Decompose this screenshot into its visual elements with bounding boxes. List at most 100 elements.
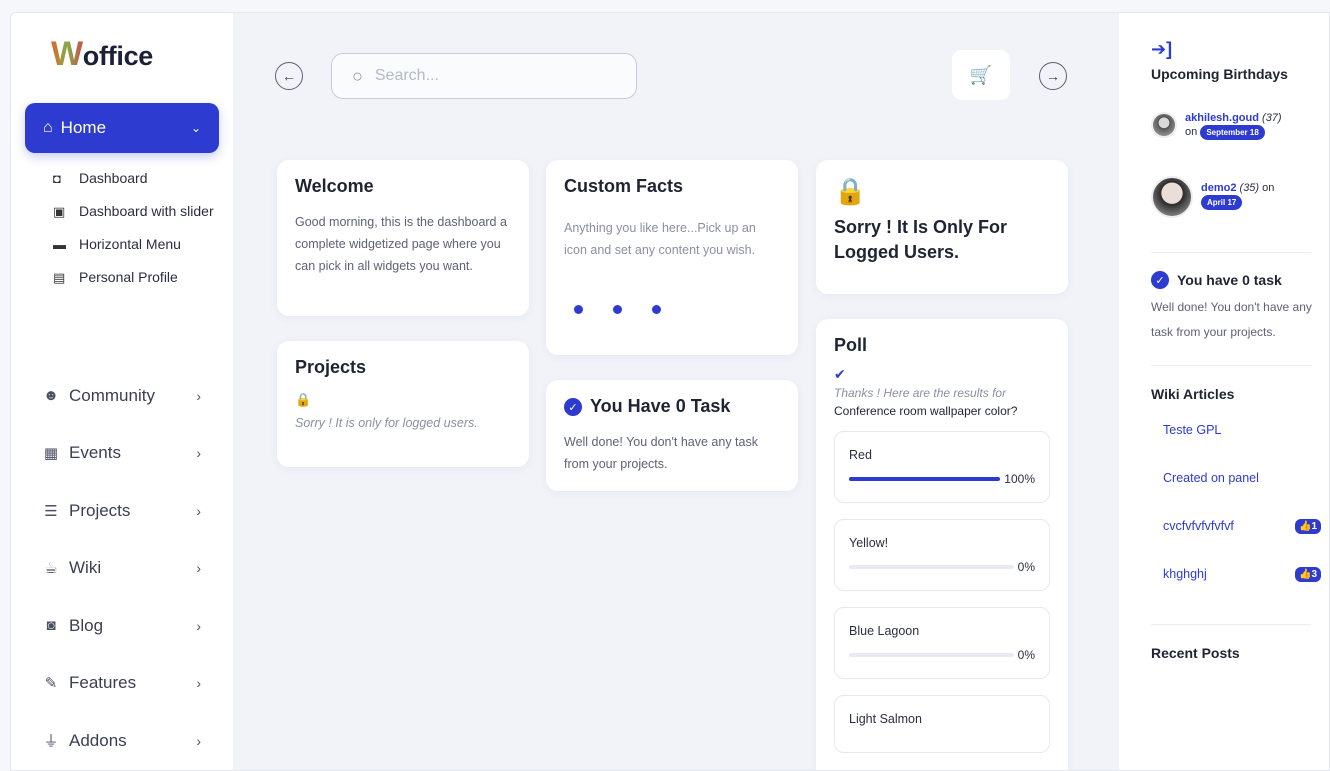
birthday-item: akhilesh.goud (37) on September 18 <box>1151 112 1329 140</box>
wiki-article-link[interactable]: Created on panel <box>1151 454 1321 502</box>
chevron-right-icon: › <box>196 617 201 634</box>
thumbs-up-icon: 👍 <box>1298 520 1312 532</box>
sidebar-item-label: Home <box>60 118 107 137</box>
wiki-article-link[interactable]: cvcfvfvfvfvfvf 👍1 <box>1151 502 1321 550</box>
sidebar-item-features[interactable]: ✎ Features › <box>41 655 221 713</box>
thumbs-up-icon: 👍 <box>1298 568 1312 580</box>
main-nav: ☻ Community › ▦ Events › ☰ Projects › ☕ … <box>41 367 221 770</box>
search-icon: ○ <box>352 65 363 86</box>
poll-question: Conference room wallpaper color? <box>834 404 1018 418</box>
avatar[interactable] <box>1151 176 1193 218</box>
cart-icon: 🛒 <box>969 64 993 85</box>
card-title: Welcome <box>295 176 374 196</box>
arrow-right-icon: → <box>1046 68 1060 84</box>
chevron-right-icon: › <box>196 387 201 404</box>
list-check-icon: ☰ <box>44 502 58 520</box>
dashboard-icon: ◘ <box>53 171 61 186</box>
chevron-right-icon: › <box>196 502 201 519</box>
profile-card-icon: ▤ <box>53 270 66 285</box>
card-text: Good morning, this is the dashboard a co… <box>295 215 507 273</box>
poll-bar <box>849 565 1014 569</box>
task-card: ✓ You Have 0 Task Well done! You don't ha… <box>546 380 798 491</box>
welcome-card: Welcome Good morning, this is the dashbo… <box>277 160 529 316</box>
carousel-dot[interactable] <box>652 305 661 314</box>
birthdays-title: Upcoming Birthdays <box>1151 66 1288 82</box>
sidebar-item-community[interactable]: ☻ Community › <box>41 367 221 425</box>
calendar-icon: ▦ <box>43 445 59 463</box>
card-text: Anything you like here...Pick up an icon… <box>564 221 756 257</box>
task-title: ✓ You have 0 task <box>1151 271 1329 289</box>
poll-option[interactable]: Red 100% <box>834 431 1050 503</box>
sidebar-item-wiki[interactable]: ☕ Wiki › <box>41 540 221 598</box>
chevron-right-icon: › <box>196 675 201 692</box>
sidebar-item-blog[interactable]: ◙ Blog › <box>41 597 221 655</box>
horizontal-menu-icon: ▬ <box>53 237 66 252</box>
card-title: ✓ You Have 0 Task <box>564 396 780 417</box>
avatar[interactable] <box>1151 112 1177 138</box>
lock-icon: 🔒 <box>834 176 867 206</box>
chevron-right-icon: › <box>196 560 201 577</box>
sidebar-item-events[interactable]: ▦ Events › <box>41 425 221 483</box>
slider-icon: ▣ <box>53 204 66 219</box>
card-title: Projects <box>295 357 367 377</box>
chevron-right-icon: › <box>196 445 201 462</box>
submenu-item-personal-profile[interactable]: ▤ Personal Profile <box>53 270 223 286</box>
submenu-item-horizontal-menu[interactable]: ▬ Horizontal Menu <box>53 237 223 253</box>
right-panel: ➔] Upcoming Birthdays akhilesh.goud (37)… <box>1119 13 1329 770</box>
arrow-left-icon: ← <box>282 68 296 84</box>
projects-card: Projects 🔒 Sorry ! It is only for logged… <box>277 341 529 467</box>
users-icon: ☻ <box>43 387 59 405</box>
divider <box>1151 365 1311 366</box>
card-text: Sorry ! It is only for logged users. <box>295 416 478 430</box>
sign-in-icon[interactable]: ➔] <box>1151 39 1329 60</box>
blog-icon: ◙ <box>46 617 56 635</box>
poll-option[interactable]: Light Salmon <box>834 695 1050 753</box>
cart-button[interactable]: 🛒 <box>952 50 1010 100</box>
home-submenu: ◘ Dashboard ▣ Dashboard with slider ▬ Ho… <box>53 171 223 303</box>
carousel-dot[interactable] <box>613 305 622 314</box>
poll-bar <box>849 477 1001 481</box>
birthday-item: demo2 (35) on April 17 <box>1151 176 1329 218</box>
card-title: Sorry ! It Is Only For Logged Users. <box>834 217 1008 262</box>
forward-button[interactable]: → <box>1039 62 1067 90</box>
poll-option[interactable]: Blue Lagoon 0% <box>834 607 1050 679</box>
sidebar-item-projects[interactable]: ☰ Projects › <box>41 482 221 540</box>
chevron-right-icon: › <box>196 732 201 749</box>
sidebar-item-addons[interactable]: ⏚ Addons › <box>41 712 221 770</box>
home-icon: ⌂ <box>43 119 53 136</box>
wiki-icon: ☕ <box>44 560 58 578</box>
user-link[interactable]: demo2 <box>1201 182 1236 194</box>
logged-only-card: 🔒 Sorry ! It Is Only For Logged Users. <box>816 160 1068 294</box>
sidebar-item-home[interactable]: ⌂ Home ⌄ <box>25 103 219 153</box>
divider <box>1151 252 1311 253</box>
submenu-item-dashboard[interactable]: ◘ Dashboard <box>53 171 223 187</box>
likes-badge: 👍3 <box>1294 566 1321 582</box>
check-circle-icon: ✓ <box>564 398 582 417</box>
wiki-article-link[interactable]: khghghj 👍3 <box>1151 550 1321 598</box>
custom-facts-card: Custom Facts Anything you like here...Pi… <box>546 160 798 355</box>
app-frame: Woffice ⌂ Home ⌄ ◘ Dashboard ▣ Dashboard… <box>10 12 1330 771</box>
likes-badge: 👍1 <box>1294 518 1321 534</box>
recent-posts-title: Recent Posts <box>1151 645 1240 661</box>
search-box[interactable]: ○ <box>331 53 637 99</box>
poll-card: Poll ✔ Thanks ! Here are the results for… <box>816 319 1068 770</box>
divider <box>1151 624 1311 625</box>
back-button[interactable]: ← <box>275 62 303 90</box>
user-link[interactable]: akhilesh.goud <box>1185 112 1259 124</box>
poll-option[interactable]: Yellow! 0% <box>834 519 1050 591</box>
search-input[interactable] <box>374 67 595 85</box>
carousel-dots <box>574 305 780 314</box>
poll-bar <box>849 653 1014 657</box>
carousel-dot[interactable] <box>574 305 583 314</box>
date-badge: April 17 <box>1201 195 1243 210</box>
date-badge: September 18 <box>1200 125 1265 140</box>
poll-bar-fill <box>849 477 1001 481</box>
brand-logo[interactable]: Woffice <box>51 35 153 74</box>
chevron-down-icon: ⌄ <box>190 121 201 135</box>
lock-icon: 🔒 <box>295 392 312 407</box>
submenu-item-dashboard-slider[interactable]: ▣ Dashboard with slider <box>53 204 223 220</box>
wiki-article-link[interactable]: Teste GPL <box>1151 406 1321 454</box>
check-circle-icon: ✓ <box>1151 271 1169 289</box>
plug-icon: ⏚ <box>43 733 59 751</box>
sidebar: Woffice ⌂ Home ⌄ ◘ Dashboard ▣ Dashboard… <box>11 13 233 770</box>
